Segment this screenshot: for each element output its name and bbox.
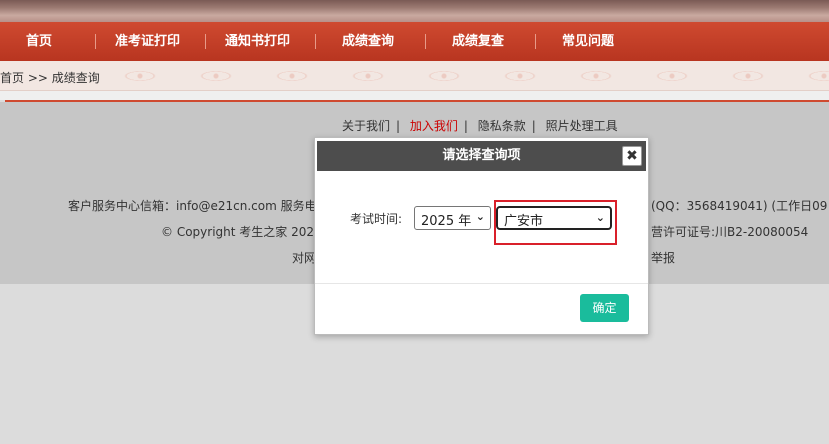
- main-navbar: 首页 准考证打印 通知书打印 成绩查询 成绩复查 常见问题: [0, 22, 829, 61]
- chevron-down-icon: ⌄: [595, 211, 605, 224]
- footer-link-privacy[interactable]: 隐私条款: [478, 119, 526, 133]
- city-select[interactable]: 广安市 ⌄: [496, 206, 612, 230]
- nav-item-notice-print[interactable]: 通知书打印: [225, 22, 290, 61]
- footer-links: 关于我们 | 加入我们 | 隐私条款 | 照片处理工具: [342, 119, 618, 133]
- nav-item-score-query[interactable]: 成绩查询: [342, 22, 394, 61]
- top-banner: [0, 0, 829, 22]
- query-dialog: 请选择查询项 ✖ 考试时间: 2025 年 ⌄ 广安市 ⌄ 确定: [314, 137, 649, 335]
- dialog-divider: [315, 283, 648, 284]
- breadcrumb-bar: 首页 >> 成绩查询: [0, 61, 829, 91]
- footer-contact-text: 客户服务中心信箱：info@e21cn.com 服务电话: [68, 199, 329, 213]
- nav-separator: [425, 34, 426, 49]
- chevron-down-icon: ⌄: [475, 210, 485, 223]
- footer-contact-qq: (QQ：3568419041) (工作日09: [651, 199, 828, 213]
- nav-item-home[interactable]: 首页: [26, 22, 52, 61]
- footer-link-photo-tool[interactable]: 照片处理工具: [546, 119, 618, 133]
- content-area: [0, 91, 829, 100]
- dialog-header: 请选择查询项 ✖: [317, 141, 646, 171]
- nav-separator: [205, 34, 206, 49]
- footer-link-join[interactable]: 加入我们: [410, 119, 458, 133]
- footer-notice: 对网: [292, 251, 317, 265]
- footer-copyright: © Copyright 考生之家 2022 A: [161, 225, 334, 239]
- nav-item-score-review[interactable]: 成绩复查: [452, 22, 504, 61]
- year-select-value: 2025 年: [421, 214, 472, 229]
- nav-separator: [95, 34, 96, 49]
- year-select[interactable]: 2025 年 ⌄: [414, 206, 491, 230]
- nav-item-admission-ticket[interactable]: 准考证打印: [115, 22, 180, 61]
- footer-license: 营许可证号:川B2-20080054: [651, 225, 809, 239]
- footer-report: 举报: [651, 251, 676, 265]
- decorative-pattern: [110, 65, 829, 87]
- nav-separator: [535, 34, 536, 49]
- dialog-title: 请选择查询项: [442, 148, 521, 163]
- exam-time-label: 考试时间:: [350, 212, 403, 226]
- nav-item-faq[interactable]: 常见问题: [562, 22, 614, 61]
- confirm-button[interactable]: 确定: [580, 294, 629, 322]
- footer-link-about[interactable]: 关于我们: [342, 119, 390, 133]
- nav-separator: [315, 34, 316, 49]
- breadcrumb: 首页 >> 成绩查询: [0, 71, 100, 85]
- city-select-value: 广安市: [504, 214, 544, 229]
- close-icon[interactable]: ✖: [622, 146, 642, 166]
